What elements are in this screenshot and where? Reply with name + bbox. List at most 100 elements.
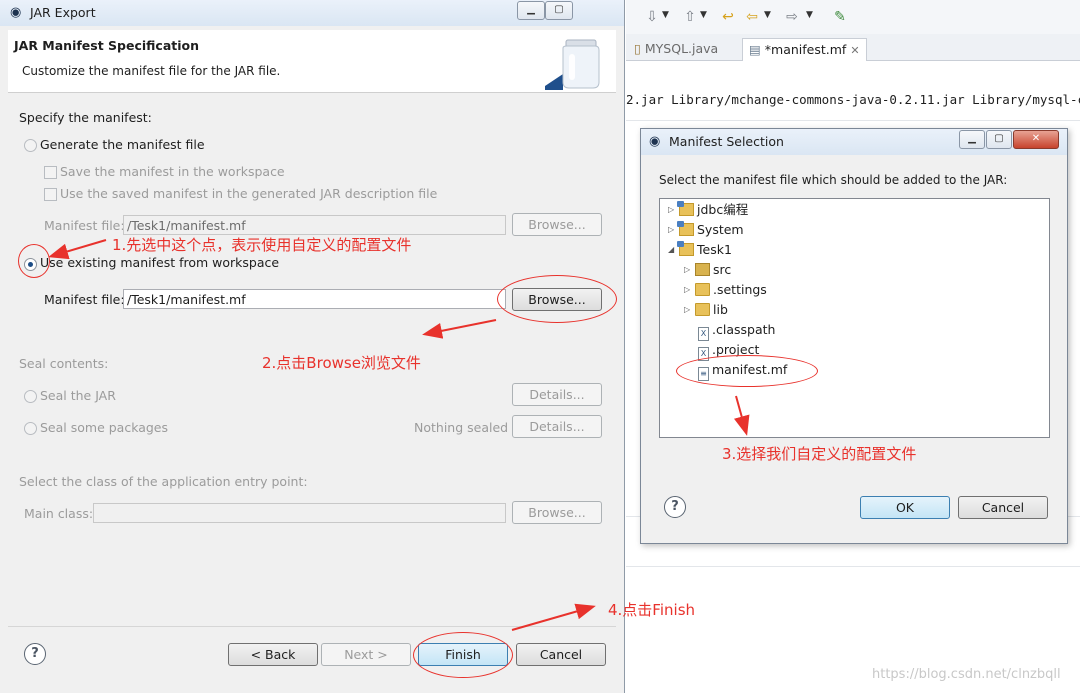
- tree-item-system[interactable]: ▷ System: [668, 221, 744, 239]
- tree-item-src[interactable]: ▷ src: [684, 261, 731, 279]
- tree-item-label: .classpath: [712, 322, 776, 337]
- back-button[interactable]: < Back: [228, 643, 318, 666]
- collapse-arrow-icon[interactable]: ◢: [668, 241, 674, 259]
- tree-item-label: jdbc编程: [697, 202, 749, 217]
- seal-packages-radio[interactable]: [24, 422, 37, 435]
- minimize-button[interactable]: ▁: [959, 130, 985, 149]
- forward-arrow-icon[interactable]: ⇨: [784, 9, 800, 25]
- annotation-step3: 3.选择我们自定义的配置文件: [722, 445, 917, 463]
- dialog-title: Manifest Selection: [669, 134, 784, 149]
- annotation-prev-icon[interactable]: ⇧: [682, 9, 698, 25]
- tree-item-tesk1[interactable]: ◢ Tesk1: [668, 241, 732, 259]
- highlight-circle-browse: [497, 275, 617, 323]
- watermark: https://blog.csdn.net/clnzbqll: [872, 667, 1061, 682]
- project-icon: [677, 221, 694, 236]
- browse-button-disabled[interactable]: Browse...: [512, 213, 602, 236]
- details-button[interactable]: Details...: [512, 383, 602, 406]
- footer-separator: [8, 626, 616, 627]
- next-button[interactable]: Next >: [321, 643, 411, 666]
- banner-title: JAR Manifest Specification: [14, 38, 200, 53]
- ok-button[interactable]: OK: [860, 496, 950, 519]
- main-class-input[interactable]: [93, 503, 506, 523]
- expand-arrow-icon[interactable]: ▷: [668, 201, 674, 219]
- maximize-button[interactable]: ▢: [986, 130, 1012, 149]
- save-in-workspace-checkbox[interactable]: [44, 166, 57, 179]
- chevron-down-icon[interactable]: ▼: [806, 10, 813, 20]
- expand-arrow-icon[interactable]: ▷: [684, 281, 690, 299]
- expand-arrow-icon[interactable]: ▷: [684, 261, 690, 279]
- seal-jar-radio[interactable]: [24, 390, 37, 403]
- cancel-button[interactable]: Cancel: [516, 643, 606, 666]
- nothing-sealed-label: Nothing sealed: [414, 420, 509, 435]
- seal-jar-label: Seal the JAR: [40, 388, 116, 403]
- maximize-button[interactable]: ▢: [545, 1, 573, 20]
- java-file-icon: ▯: [634, 41, 641, 56]
- editor-toolbar: ⇩ ▼ ⇧ ▼ ↩ ⇦ ▼ ⇨ ▼ ✎: [626, 0, 1080, 35]
- close-icon[interactable]: ✕: [850, 44, 859, 57]
- generate-manifest-radio[interactable]: [24, 139, 37, 152]
- tab-manifest-mf[interactable]: ▤ *manifest.mf ✕: [742, 38, 867, 61]
- back-arrow-icon[interactable]: ⇦: [744, 9, 760, 25]
- tab-label: MYSQL.java: [644, 41, 719, 56]
- expand-arrow-icon[interactable]: ▷: [684, 301, 690, 319]
- dialog-titlebar: ◉ JAR Export ▁ ▢: [0, 0, 624, 26]
- chevron-down-icon[interactable]: ▼: [764, 10, 771, 20]
- seal-contents-label: Seal contents:: [19, 356, 109, 371]
- close-icon[interactable]: ✕: [1013, 130, 1059, 149]
- details-button[interactable]: Details...: [512, 415, 602, 438]
- tab-label: *manifest.mf: [764, 42, 847, 57]
- tab-mysql-java[interactable]: ▯ MYSQL.java: [628, 38, 724, 60]
- pin-editor-icon[interactable]: ✎: [832, 9, 848, 25]
- wizard-banner: JAR Manifest Specification Customize the…: [8, 30, 616, 93]
- eclipse-icon: ◉: [649, 134, 661, 149]
- entry-point-label: Select the class of the application entr…: [19, 474, 308, 489]
- divider: [626, 566, 1080, 567]
- chevron-down-icon[interactable]: ▼: [662, 10, 669, 20]
- manifest-file-label: Manifest file:: [44, 218, 125, 233]
- use-saved-manifest-checkbox[interactable]: [44, 188, 57, 201]
- use-saved-manifest-label: Use the saved manifest in the generated …: [60, 186, 438, 201]
- dialog-titlebar: ◉ Manifest Selection ▁ ▢ ✕: [641, 129, 1067, 155]
- folder-icon: [695, 303, 710, 316]
- annotation-step4: 4.点击Finish: [608, 601, 696, 619]
- last-edit-icon[interactable]: ↩: [720, 9, 736, 25]
- highlight-circle-finish: [413, 632, 513, 678]
- editor-tab-row: ▯ MYSQL.java ▤ *manifest.mf ✕: [626, 34, 1080, 61]
- tree-item-label: lib: [713, 302, 728, 317]
- minimize-button[interactable]: ▁: [517, 1, 545, 20]
- instruction-label: Select the manifest file which should be…: [659, 173, 1008, 187]
- help-icon[interactable]: ?: [664, 496, 686, 518]
- jar-icon: [545, 39, 600, 90]
- use-existing-manifest-label: Use existing manifest from workspace: [40, 255, 280, 270]
- main-class-label: Main class:: [24, 506, 94, 521]
- cancel-button[interactable]: Cancel: [958, 496, 1048, 519]
- source-folder-icon: [695, 263, 710, 276]
- specify-manifest-label: Specify the manifest:: [19, 110, 152, 125]
- save-in-workspace-label: Save the manifest in the workspace: [60, 164, 285, 179]
- tree-item-classpath[interactable]: X .classpath: [698, 321, 776, 341]
- chevron-down-icon[interactable]: ▼: [700, 10, 707, 20]
- expand-arrow-icon[interactable]: ▷: [668, 221, 674, 239]
- workspace-tree: ▷ jdbc编程 ▷ System ◢ Tesk1 ▷ src ▷ .setti…: [659, 198, 1050, 438]
- eclipse-icon: ◉: [10, 5, 22, 20]
- annotation-step2: 2.点击Browse浏览文件: [262, 354, 421, 372]
- browse-button-disabled[interactable]: Browse...: [512, 501, 602, 524]
- manifest-file-label: Manifest file:: [44, 292, 125, 307]
- project-icon: [677, 241, 694, 256]
- generate-manifest-label: Generate the manifest file: [40, 137, 205, 152]
- tree-item-settings[interactable]: ▷ .settings: [684, 281, 767, 299]
- project-icon: [677, 201, 694, 216]
- annotation-nav-icon[interactable]: ⇩: [644, 9, 660, 25]
- file-icon: ▤: [749, 42, 761, 57]
- tree-item-label: System: [697, 222, 744, 237]
- highlight-circle-radio: [18, 244, 50, 278]
- tree-item-label: Tesk1: [697, 242, 732, 257]
- tree-item-lib[interactable]: ▷ lib: [684, 301, 728, 319]
- manifest-file-input[interactable]: /Tesk1/manifest.mf: [123, 289, 506, 309]
- help-icon[interactable]: ?: [24, 643, 46, 665]
- generated-manifest-field[interactable]: /Tesk1/manifest.mf: [123, 215, 506, 235]
- code-line: 2.jar Library/mchange-commons-java-0.2.1…: [626, 92, 1080, 107]
- tree-item-jdbc[interactable]: ▷ jdbc编程: [668, 201, 748, 219]
- divider: [626, 120, 1080, 121]
- tree-item-label: src: [713, 262, 732, 277]
